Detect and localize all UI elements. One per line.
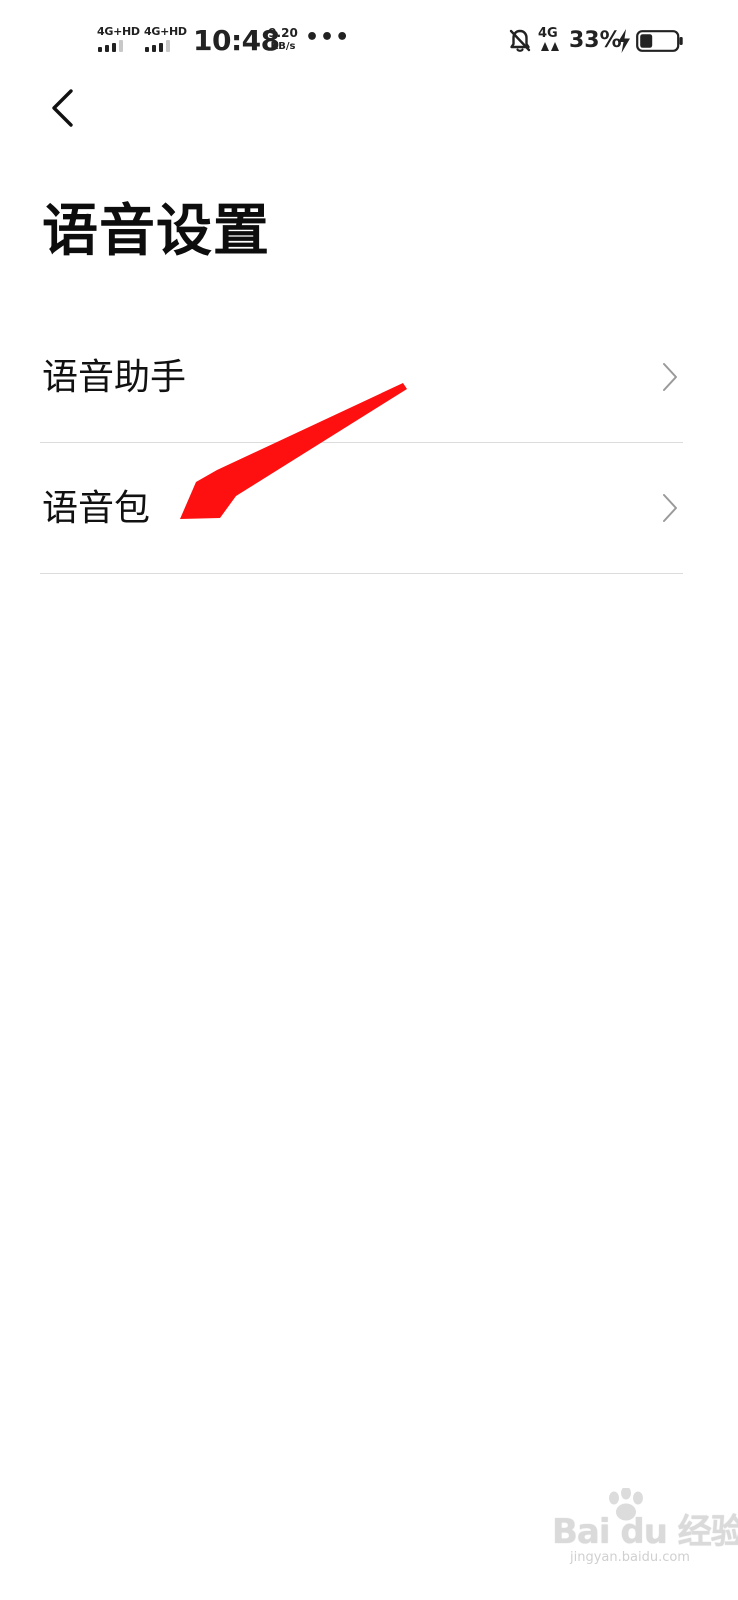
bell-muted-icon xyxy=(509,29,531,52)
list-item-voice-pack[interactable]: 语音包 xyxy=(40,443,683,574)
settings-list: 语音助手 语音包 xyxy=(40,312,683,574)
watermark-brand: Bai du 经验 xyxy=(552,1512,738,1552)
mobile-data-icon xyxy=(541,42,559,51)
chevron-left-icon xyxy=(52,89,73,127)
watermark: Bai du 经验 jingyan.baidu.com xyxy=(552,1488,738,1578)
paw-logo-icon xyxy=(609,1488,643,1521)
speed-value: 9.20 xyxy=(268,26,298,40)
page-title: 语音设置 xyxy=(42,199,270,264)
list-item-label: 语音包 xyxy=(42,488,151,529)
watermark-url: jingyan.baidu.com xyxy=(570,1550,690,1565)
signal-2: 4G+HD xyxy=(144,26,188,54)
chevron-right-icon xyxy=(663,363,677,391)
charging-bolt-icon xyxy=(618,29,630,53)
chevron-right-icon xyxy=(663,494,677,522)
signal-icon xyxy=(145,40,179,52)
battery-percent: 33% xyxy=(569,28,622,53)
more-dots-icon: ••• xyxy=(305,25,351,50)
network-label-2: 4G+HD xyxy=(144,25,187,38)
speed-unit: KB/s xyxy=(270,41,296,52)
signal-icon xyxy=(98,40,132,52)
network-speed: 9.20 KB/s xyxy=(266,27,300,53)
status-bar: 4G+HD 4G+HD 10:48 9.20 KB/s ••• 4G 33% xyxy=(0,0,738,80)
mobile-data-indicator: 4G xyxy=(538,27,564,55)
mobile-data-label: 4G xyxy=(538,26,558,41)
network-label-1: 4G+HD xyxy=(97,25,140,38)
list-item-label: 语音助手 xyxy=(42,357,187,398)
signal-1: 4G+HD xyxy=(97,26,141,54)
back-button[interactable] xyxy=(38,84,86,132)
battery-icon xyxy=(636,30,683,52)
list-item-voice-assistant[interactable]: 语音助手 xyxy=(40,312,683,443)
